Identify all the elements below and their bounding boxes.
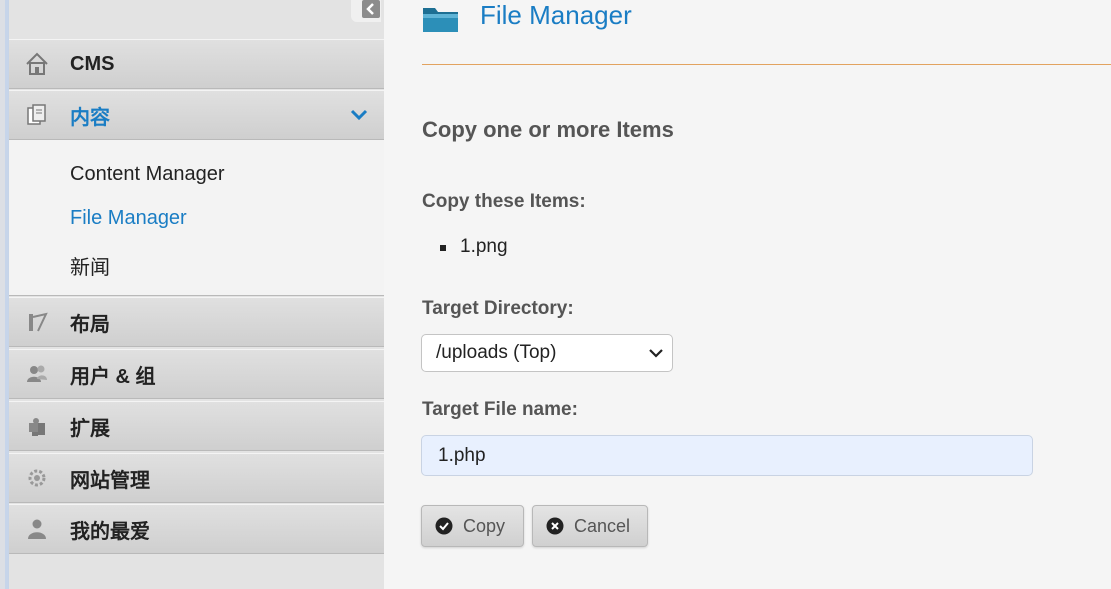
sidebar-section-label: 扩展 xyxy=(70,417,110,440)
content-submenu: Content Manager File Manager 新闻 xyxy=(9,140,384,296)
sidebar-section-users[interactable]: 用户 & 组 xyxy=(9,349,384,399)
copy-button[interactable]: Copy xyxy=(421,505,524,547)
main-content: File Manager Copy one or more Items Copy… xyxy=(384,0,1111,589)
target-directory-label: Target Directory: xyxy=(422,298,574,319)
sidebar-section-label: CMS xyxy=(70,52,115,75)
documents-icon xyxy=(24,102,50,128)
sidebar-section-cms[interactable]: CMS xyxy=(9,39,384,89)
user-icon xyxy=(24,516,50,542)
close-circle-icon xyxy=(546,517,564,535)
submenu-item-file-manager[interactable]: File Manager xyxy=(70,207,187,230)
sidebar-section-label: 网站管理 xyxy=(70,469,150,492)
list-item: 1.png xyxy=(422,236,508,258)
sidebar-section-label: 内容 xyxy=(70,106,110,129)
folder-icon xyxy=(422,4,460,39)
window-edge xyxy=(0,0,9,589)
chevron-down-icon xyxy=(648,346,664,365)
puzzle-icon xyxy=(24,413,50,439)
target-filename-input[interactable] xyxy=(421,435,1033,476)
select-value: /uploads (Top) xyxy=(436,342,557,363)
target-filename-label: Target File name: xyxy=(422,399,578,420)
submenu-item-content-manager[interactable]: Content Manager xyxy=(70,163,225,186)
sidebar-section-content[interactable]: 内容 xyxy=(9,90,384,140)
chevron-down-icon[interactable] xyxy=(350,108,368,127)
sidebar-section-extensions[interactable]: 扩展 xyxy=(9,401,384,451)
chevron-left-icon xyxy=(362,0,380,18)
cancel-button[interactable]: Cancel xyxy=(532,505,648,547)
cancel-button-label: Cancel xyxy=(574,515,631,536)
collapse-sidebar-button[interactable] xyxy=(351,0,381,22)
sidebar-section-label: 用户 & 组 xyxy=(70,365,156,388)
sidebar-section-label: 布局 xyxy=(70,313,110,336)
layout-icon xyxy=(24,309,50,335)
sidebar-section-favorites[interactable]: 我的最爱 xyxy=(9,504,384,554)
sidebar: CMS 内容 Content Manager File Manager 新闻 布… xyxy=(9,0,384,589)
submenu-item-news[interactable]: 新闻 xyxy=(70,251,110,280)
form-title: Copy one or more Items xyxy=(422,117,674,142)
sidebar-section-layout[interactable]: 布局 xyxy=(9,297,384,347)
copy-items-label: Copy these Items: xyxy=(422,191,586,212)
sidebar-section-label: 我的最爱 xyxy=(70,520,150,543)
check-circle-icon xyxy=(435,517,453,535)
users-icon xyxy=(24,361,50,387)
copy-button-label: Copy xyxy=(463,515,506,536)
home-icon xyxy=(24,51,50,77)
target-directory-select[interactable]: /uploads (Top) xyxy=(421,334,673,372)
page-title: File Manager xyxy=(480,0,632,30)
page-header: File Manager xyxy=(422,0,1111,65)
sidebar-section-site-admin[interactable]: 网站管理 xyxy=(9,453,384,503)
item-list: 1.png xyxy=(422,236,508,258)
gear-icon xyxy=(24,465,50,491)
